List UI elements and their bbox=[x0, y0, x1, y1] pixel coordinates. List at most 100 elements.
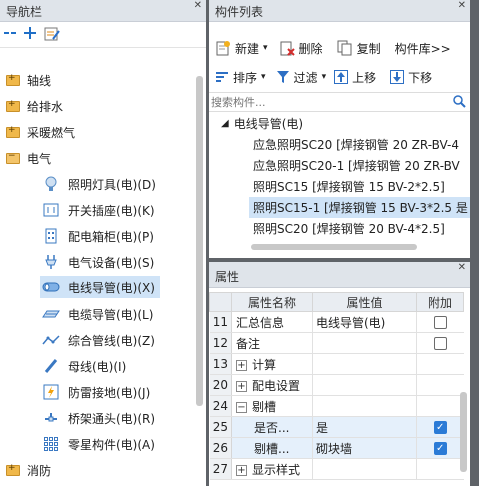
column-header-value: 属性值 bbox=[312, 292, 417, 312]
attach-checkbox[interactable] bbox=[433, 337, 447, 350]
tree-folder-heating[interactable]: + 采暖燃气 bbox=[6, 121, 75, 143]
tree-item-wire-conduit[interactable]: 电线导管(电)(X) bbox=[40, 276, 160, 298]
arrow-down-icon bbox=[390, 70, 405, 84]
prop-name: 配电设置 bbox=[252, 378, 301, 393]
dropdown-arrow-icon: ▾ bbox=[261, 72, 266, 82]
combined-pipeline-icon bbox=[42, 331, 60, 349]
delete-button[interactable]: 删除 bbox=[279, 40, 323, 57]
navigation-panel: 导航栏 ✕ + 轴线 + 给排水 + 采暖燃气 − 电气 照明灯具(电)(D) … bbox=[0, 0, 206, 486]
collapse-all-icon[interactable] bbox=[4, 27, 16, 42]
tree-item-label: 开关插座(电)(K) bbox=[68, 203, 155, 218]
folder-icon: + bbox=[6, 463, 20, 476]
close-icon[interactable]: ✕ bbox=[458, 1, 466, 11]
nav-title: 导航栏 bbox=[6, 5, 43, 19]
prop-row[interactable]: 25 是否... 是 ✓ bbox=[209, 416, 464, 438]
row-number: 24 bbox=[209, 395, 232, 417]
complist-toolbar-2: 排序 ▾ 过滤 ▾ 上移 下移 bbox=[209, 64, 470, 90]
tree-item-switch-socket[interactable]: 开关插座(电)(K) bbox=[42, 199, 155, 221]
tree-item-misc-component[interactable]: 零星构件(电)(A) bbox=[42, 433, 155, 455]
tree-folder-axis[interactable]: + 轴线 bbox=[6, 69, 51, 91]
row-number: 26 bbox=[209, 437, 232, 459]
tree-folder-water[interactable]: + 给排水 bbox=[6, 95, 63, 117]
prop-name: 计算 bbox=[252, 357, 277, 372]
search-icon[interactable] bbox=[453, 95, 466, 111]
tree-root-label: 电线导管(电) bbox=[233, 117, 304, 131]
arrow-up-icon bbox=[334, 70, 349, 84]
tree-item-bridge-tee[interactable]: 桥架通头(电)(R) bbox=[42, 407, 155, 429]
properties-table: 属性名称 属性值 附加 11 汇总信息 电线导管(电) 12 备注 13 + 计算… bbox=[209, 292, 464, 480]
expand-toggle-icon[interactable]: + bbox=[236, 464, 247, 476]
tree-item-combined-pipeline[interactable]: 综合管线(电)(Z) bbox=[42, 329, 155, 351]
component-row-label: 照明SC15 [焊接钢管 15 BV-2*2.5] bbox=[253, 180, 445, 194]
prop-group-row[interactable]: 20 + 配电设置 bbox=[209, 374, 464, 396]
tree-item-cable-conduit[interactable]: 电缆导管(电)(L) bbox=[42, 303, 153, 325]
tree-item-label: 配电箱柜(电)(P) bbox=[68, 229, 154, 244]
prop-group-row[interactable]: 27 + 显示样式 bbox=[209, 458, 464, 480]
prop-group-row[interactable]: 13 + 计算 bbox=[209, 353, 464, 375]
new-icon bbox=[215, 40, 231, 56]
filter-button[interactable]: 过滤 ▾ bbox=[276, 69, 326, 86]
prop-value[interactable]: 砌块墙 bbox=[312, 437, 417, 459]
tree-folder-fire[interactable]: + 消防 bbox=[6, 459, 51, 481]
tree-item-busbar[interactable]: 母线(电)(I) bbox=[42, 355, 126, 377]
prop-row[interactable]: 12 备注 bbox=[209, 332, 464, 354]
delete-icon bbox=[279, 40, 295, 56]
row-number: 11 bbox=[209, 311, 232, 333]
component-list-panel: 构件列表 ✕ 新建 ▾ 删除 复制 构件库>> 排序 ▾ 过滤 ▾ 上移 下移 … bbox=[209, 0, 470, 258]
component-row-selected[interactable]: 照明SC15-1 [焊接钢管 15 BV-3*2.5 是 bbox=[249, 197, 470, 218]
tree-item-distribution-box[interactable]: 配电箱柜(电)(P) bbox=[42, 225, 154, 247]
attach-checkbox-checked[interactable]: ✓ bbox=[433, 442, 447, 455]
tree-folder-electrical[interactable]: − 电气 bbox=[6, 147, 51, 169]
busbar-icon bbox=[42, 357, 60, 375]
edit-icon[interactable] bbox=[44, 27, 60, 44]
close-icon[interactable]: ✕ bbox=[458, 263, 466, 273]
prop-row[interactable]: 26 剔槽... 砌块墙 ✓ bbox=[209, 437, 464, 459]
down-label: 下移 bbox=[408, 70, 433, 85]
move-down-button[interactable]: 下移 bbox=[390, 69, 432, 86]
component-row[interactable]: 照明SC20 [焊接钢管 20 BV-4*2.5] bbox=[209, 218, 470, 239]
component-library-button[interactable]: 构件库>> bbox=[395, 40, 451, 57]
prop-value[interactable] bbox=[312, 332, 417, 354]
tree-item-lightning-grounding[interactable]: 防雷接地(电)(J) bbox=[42, 381, 150, 403]
library-label: 构件库>> bbox=[394, 41, 451, 56]
close-icon[interactable]: ✕ bbox=[194, 1, 202, 11]
prop-name: 剔槽 bbox=[252, 399, 277, 414]
new-button[interactable]: 新建 ▾ bbox=[215, 40, 268, 57]
nav-scrollbar[interactable] bbox=[196, 76, 203, 406]
complist-hscrollbar[interactable] bbox=[251, 244, 417, 250]
props-scrollbar[interactable] bbox=[460, 392, 467, 472]
prop-value[interactable]: 是 bbox=[312, 416, 417, 438]
component-row-label: 照明SC15-1 [焊接钢管 15 BV-3*2.5 是 bbox=[253, 201, 468, 215]
tree-item-electrical-equipment[interactable]: 电气设备(电)(S) bbox=[42, 251, 154, 273]
new-label: 新建 bbox=[235, 41, 260, 56]
component-row[interactable]: 应急照明SC20 [焊接钢管 20 ZR-BV-4 bbox=[209, 134, 470, 155]
sort-label: 排序 bbox=[233, 70, 258, 85]
prop-name: 是否... bbox=[231, 416, 313, 438]
attach-checkbox-checked[interactable]: ✓ bbox=[433, 421, 447, 434]
component-row[interactable]: 照明SC15 [焊接钢管 15 BV-2*2.5] bbox=[209, 176, 470, 197]
expand-toggle-icon[interactable]: + bbox=[236, 359, 247, 371]
sort-button[interactable]: 排序 ▾ bbox=[215, 69, 266, 86]
copy-button[interactable]: 复制 bbox=[337, 40, 381, 57]
prop-value[interactable]: 电线导管(电) bbox=[312, 311, 417, 333]
dropdown-arrow-icon: ▾ bbox=[263, 43, 268, 53]
move-up-button[interactable]: 上移 bbox=[334, 69, 376, 86]
prop-group-row[interactable]: 24 − 剔槽 bbox=[209, 395, 464, 417]
tree-item-label: 照明灯具(电)(D) bbox=[68, 177, 156, 192]
delete-label: 删除 bbox=[298, 41, 323, 56]
collapse-arrow-icon: ◢ bbox=[221, 118, 229, 129]
expand-toggle-icon[interactable]: + bbox=[236, 380, 247, 392]
lightning-grounding-icon bbox=[42, 383, 60, 401]
collapse-toggle-icon[interactable]: − bbox=[236, 401, 247, 413]
tree-item-lighting[interactable]: 照明灯具(电)(D) bbox=[42, 173, 156, 195]
tree-root-wire-conduit[interactable]: ◢ 电线导管(电) bbox=[209, 113, 470, 134]
search-input[interactable] bbox=[209, 93, 439, 111]
props-title: 属性 bbox=[215, 270, 240, 284]
expand-all-icon[interactable] bbox=[24, 27, 36, 42]
misc-component-icon bbox=[42, 435, 60, 453]
prop-row[interactable]: 11 汇总信息 电线导管(电) bbox=[209, 311, 464, 333]
component-row[interactable]: 应急照明SC20-1 [焊接钢管 20 ZR-BV bbox=[209, 155, 470, 176]
electrical-equipment-icon bbox=[42, 253, 60, 271]
tree-item-label: 电线导管(电)(X) bbox=[68, 280, 155, 295]
attach-checkbox[interactable] bbox=[433, 316, 447, 329]
